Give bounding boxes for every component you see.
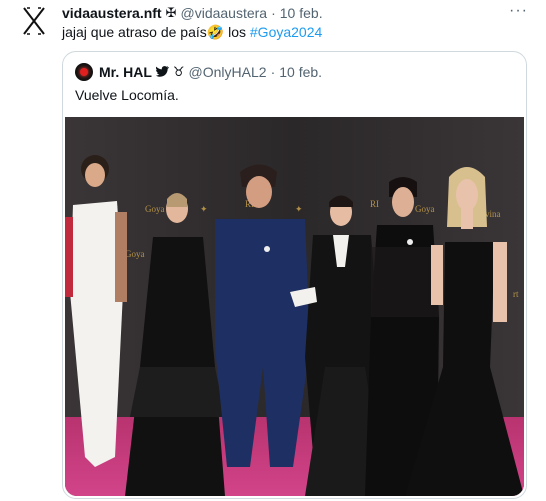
svg-text:Goya: Goya [125, 249, 145, 259]
red-carpet-photo: RTVEGoya✦ RI✦RI Goyavinart Goya✦ [65, 117, 524, 496]
separator-dot: · [271, 5, 276, 21]
tweet-header: vidaaustera.nft ✠ @vidaaustera · 10 feb. [62, 4, 323, 22]
svg-text:rt: rt [513, 289, 519, 299]
tweet-photo[interactable]: RTVEGoya✦ RI✦RI Goyavinart Goya✦ [65, 117, 524, 496]
quoted-author-handle[interactable]: @OnlyHAL2 [189, 64, 267, 80]
quoted-tweet-text: Vuelve Locomía. [75, 87, 179, 103]
tweet-text-body: jajaj que atraso de país [62, 24, 207, 40]
svg-text:vina: vina [485, 209, 501, 219]
maltese-cross-icon: ✠ [165, 5, 177, 20]
svg-text:✦: ✦ [295, 204, 303, 214]
author-name[interactable]: vidaaustera.nft [62, 4, 162, 22]
tweet-text-connector: los [224, 24, 250, 40]
quoted-timestamp[interactable]: 10 feb. [279, 64, 322, 80]
svg-text:✦: ✦ [200, 204, 208, 214]
more-options-button[interactable]: ··· [509, 2, 528, 20]
tweet[interactable]: vidaaustera.nft ✠ @vidaaustera · 10 feb.… [0, 0, 546, 501]
quoted-author-name[interactable]: Mr. HAL [99, 64, 152, 80]
tweet-text: jajaj que atraso de país🤣 los #Goya2024 [62, 23, 322, 41]
svg-text:RI: RI [370, 199, 379, 209]
author-handle[interactable]: @vidaaustera [181, 4, 268, 22]
author-logo-icon [23, 7, 45, 35]
quoted-tweet[interactable]: Mr. HAL ♉ @OnlyHAL2 · 10 feb. Vuelve Loc… [62, 51, 527, 499]
svg-text:Goya: Goya [415, 204, 435, 214]
rolling-laughing-emoji: 🤣 [206, 24, 225, 40]
svg-text:Goya: Goya [145, 204, 165, 214]
taurus-icon: ♉ [172, 64, 185, 79]
separator-dot: · [270, 64, 276, 80]
hashtag-link[interactable]: #Goya2024 [250, 24, 322, 40]
tweet-timestamp[interactable]: 10 feb. [280, 4, 323, 22]
bird-icon [155, 65, 169, 80]
quoted-avatar[interactable] [75, 63, 93, 81]
quoted-tweet-header: Mr. HAL ♉ @OnlyHAL2 · 10 feb. [75, 63, 322, 81]
hal-eye-icon [80, 68, 88, 76]
avatar[interactable] [17, 4, 51, 38]
